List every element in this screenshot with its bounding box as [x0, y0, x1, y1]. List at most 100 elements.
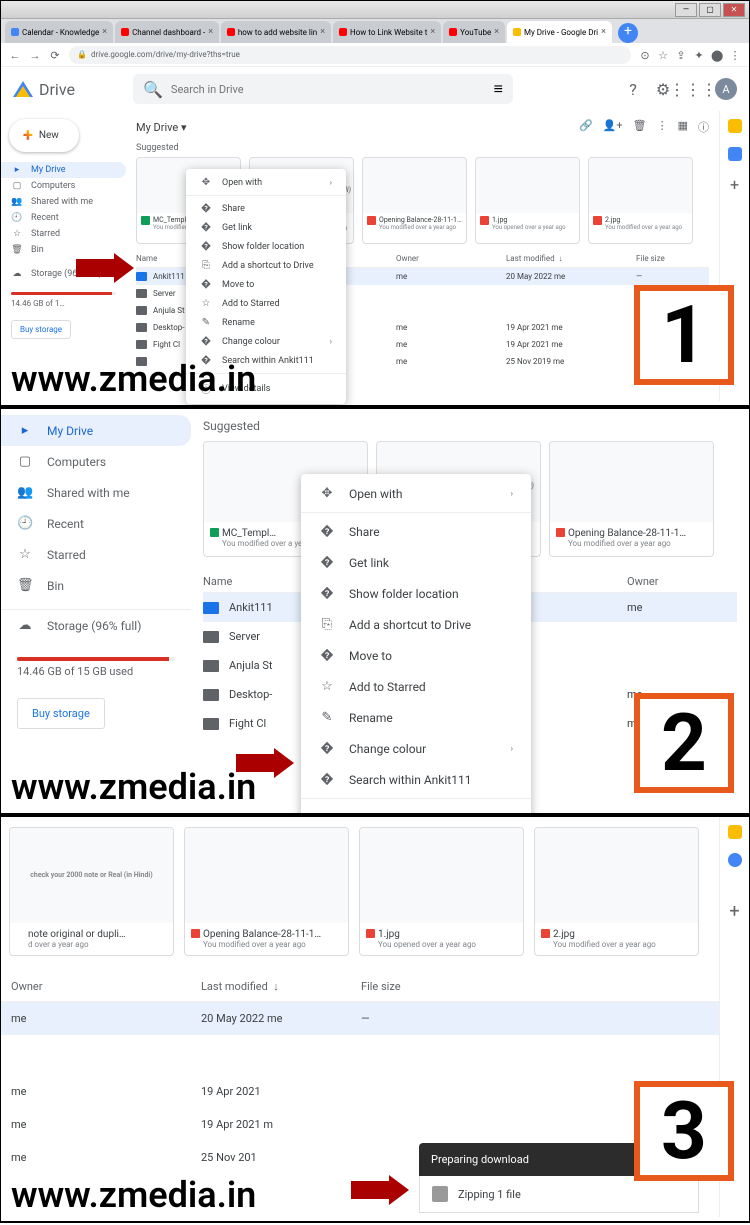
search-icon[interactable]: ⊙	[639, 49, 651, 61]
tab-close-icon[interactable]: ×	[208, 27, 213, 37]
ctx-rename[interactable]: ✎Rename	[301, 702, 531, 733]
sidebar-item-bin[interactable]: 🗑Bin	[1, 242, 126, 258]
ctx-change-colour[interactable]: �Change colour›	[301, 733, 531, 764]
tasks-icon[interactable]	[728, 853, 742, 867]
suggested-card[interactable]: 1.jpgYou opened over a year ago	[475, 157, 580, 244]
new-button[interactable]: + New	[9, 119, 79, 152]
keep-icon[interactable]	[728, 825, 742, 839]
close-button[interactable]: ✕	[723, 3, 745, 17]
tab-close-icon[interactable]: ×	[102, 27, 107, 37]
suggested-card[interactable]: check your 2000 note or Real (in Hindi)n…	[9, 827, 174, 956]
share-icon[interactable]: ⇪	[675, 49, 687, 61]
col-modified[interactable]: Last modified ↓	[201, 980, 361, 993]
ctx-move-to[interactable]: �Move to	[186, 275, 346, 294]
sidebar-item-computers[interactable]: ▢Computers	[1, 446, 191, 477]
tab-close-icon[interactable]: ×	[494, 27, 499, 37]
profile-icon[interactable]: ⬤	[711, 49, 723, 61]
menu-icon[interactable]: ⋮	[729, 49, 741, 61]
ctx-move-to[interactable]: �Move to	[301, 640, 531, 671]
buy-storage-button[interactable]: Buy storage	[17, 698, 105, 729]
keep-icon[interactable]	[728, 119, 742, 133]
sidebar-item-bin[interactable]: 🗑Bin	[1, 570, 191, 601]
col-owner[interactable]: Owner	[11, 980, 201, 993]
share-icon[interactable]: 👤+	[603, 119, 623, 135]
tasks-icon[interactable]	[728, 147, 742, 161]
tune-icon[interactable]: ≡	[494, 79, 503, 99]
sidebar-item-shared-with-me[interactable]: 👥Shared with me	[1, 194, 126, 210]
minimize-button[interactable]: —	[675, 3, 697, 17]
maximize-button[interactable]: ▢	[699, 3, 721, 17]
sidebar-item-starred[interactable]: ☆Starred	[1, 539, 191, 570]
col-owner[interactable]: Owner	[396, 254, 506, 263]
new-tab-button[interactable]: +	[618, 23, 638, 43]
add-icon[interactable]: +	[729, 901, 739, 922]
suggested-card[interactable]: Opening Balance-28-11-1…You modified ove…	[184, 827, 349, 956]
info-icon[interactable]: ⓘ	[698, 119, 709, 135]
col-owner[interactable]: Owner	[627, 575, 737, 588]
storage-item[interactable]: ☁ Storage (96% full)	[1, 610, 191, 641]
ctx-view-details[interactable]: ⓘView details	[301, 802, 531, 817]
more-icon[interactable]: ⋮	[657, 119, 668, 135]
ctx-get-link[interactable]: �Get link	[186, 218, 346, 237]
sidebar-item-my-drive[interactable]: ▸My Drive	[1, 162, 126, 178]
ctx-open-with[interactable]: ✥Open with›	[301, 478, 531, 509]
search-box[interactable]: 🔍 ≡	[133, 74, 513, 104]
ctx-show-folder-location[interactable]: �Show folder location	[186, 237, 346, 256]
url-field[interactable]: 🔒 drive.google.com/drive/my-drive?ths=tr…	[69, 46, 631, 64]
ctx-share[interactable]: �Share	[186, 199, 346, 218]
tab-close-icon[interactable]: ×	[320, 27, 325, 37]
col-size[interactable]: File size	[361, 980, 521, 993]
sidebar-item-starred[interactable]: ☆Starred	[1, 226, 126, 242]
file-row[interactable]	[1, 1035, 719, 1055]
ctx-open-with[interactable]: ✥Open with›	[186, 173, 346, 192]
sidebar-item-recent[interactable]: 🕘Recent	[1, 210, 126, 226]
file-row[interactable]: me19 Apr 2021 m	[1, 1108, 719, 1141]
back-icon[interactable]: ←	[9, 49, 21, 61]
ctx-add-a-shortcut-to-drive[interactable]: ⎘Add a shortcut to Drive	[301, 609, 531, 640]
buy-storage-button[interactable]: Buy storage	[11, 320, 71, 339]
ctx-get-link[interactable]: �Get link	[301, 547, 531, 578]
sidebar-item-my-drive[interactable]: ▸My Drive	[1, 415, 191, 446]
suggested-card[interactable]: 2.jpgYou modified over a year ago	[534, 827, 699, 956]
browser-tab[interactable]: Calendar - Knowledge×	[5, 21, 113, 43]
ctx-show-folder-location[interactable]: �Show folder location	[301, 578, 531, 609]
col-modified[interactable]: Last modified ↓	[506, 254, 636, 263]
file-row[interactable]: me20 May 2022 me—	[1, 1002, 719, 1035]
sidebar-item-shared-with-me[interactable]: 👥Shared with me	[1, 477, 191, 508]
ctx-add-to-starred[interactable]: ☆Add to Starred	[301, 671, 531, 702]
browser-tab[interactable]: How to Link Website t×	[333, 21, 441, 43]
apps-icon[interactable]: ⋮⋮⋮	[685, 81, 701, 97]
breadcrumb[interactable]: My Drive ▾	[136, 121, 187, 134]
browser-tab[interactable]: how to add website lin×	[221, 21, 331, 43]
ctx-share[interactable]: �Share	[301, 516, 531, 547]
browser-tab[interactable]: My Drive - Google Dri×	[507, 21, 612, 43]
tab-close-icon[interactable]: ×	[430, 27, 435, 37]
col-size[interactable]: File size	[636, 254, 665, 263]
suggested-card[interactable]: Opening Balance-28-11-1…You modified ove…	[362, 157, 467, 244]
extensions-icon[interactable]: ✦	[693, 49, 705, 61]
avatar[interactable]: A	[715, 78, 737, 100]
ctx-rename[interactable]: ✎Rename	[186, 313, 346, 332]
help-icon[interactable]: ?	[625, 81, 641, 97]
link-icon[interactable]: 🔗	[579, 119, 593, 135]
search-input[interactable]	[171, 83, 486, 96]
sidebar-item-recent[interactable]: 🕘Recent	[1, 508, 191, 539]
star-icon[interactable]: ☆	[657, 49, 669, 61]
add-icon[interactable]: +	[730, 175, 739, 194]
tab-close-icon[interactable]: ×	[601, 27, 606, 37]
trash-icon[interactable]: 🗑	[633, 119, 647, 135]
ctx-add-a-shortcut-to-drive[interactable]: ⎘Add a shortcut to Drive	[186, 256, 346, 275]
forward-icon[interactable]: →	[29, 49, 41, 61]
suggested-card[interactable]: 2.jpgYou modified over a year ago	[588, 157, 693, 244]
file-row[interactable]	[1, 1055, 719, 1075]
grid-icon[interactable]: ▦	[678, 119, 688, 135]
browser-tab[interactable]: YouTube×	[443, 21, 505, 43]
ctx-add-to-starred[interactable]: ☆Add to Starred	[186, 294, 346, 313]
suggested-card[interactable]: 1.jpgYou opened over a year ago	[359, 827, 524, 956]
suggested-card[interactable]: Opening Balance-28-11-1…You modified ove…	[549, 441, 714, 557]
file-row[interactable]: me19 Apr 2021	[1, 1075, 719, 1108]
ctx-change-colour[interactable]: �Change colour›	[186, 332, 346, 351]
drive-logo[interactable]: Drive	[13, 80, 123, 99]
reload-icon[interactable]: ⟳	[49, 49, 61, 61]
ctx-search-within-ankit111[interactable]: �Search within Ankit111	[301, 764, 531, 795]
